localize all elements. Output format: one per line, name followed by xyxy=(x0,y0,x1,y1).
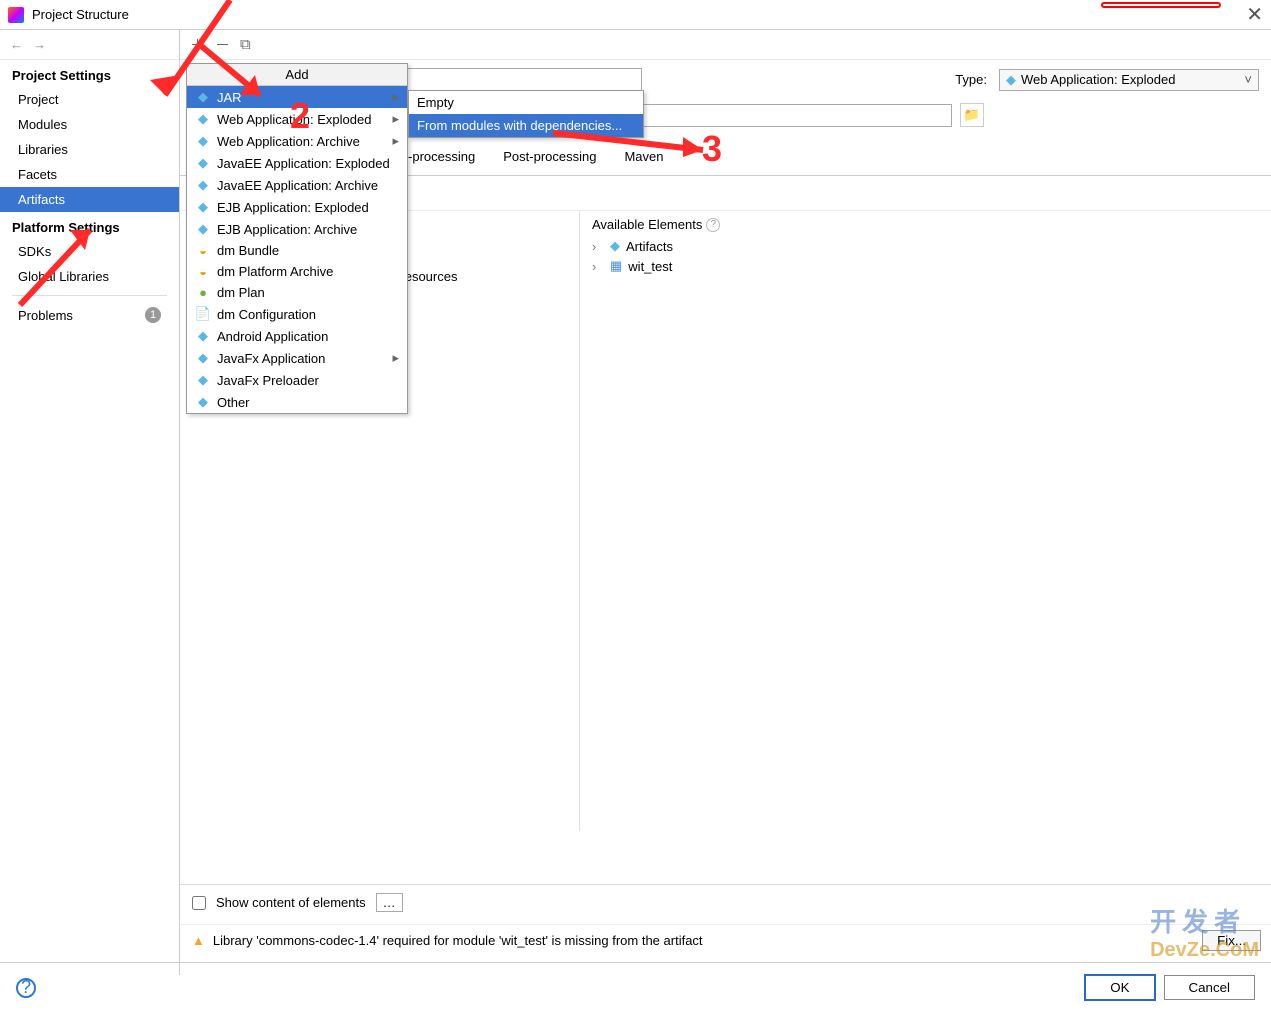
module-icon: ▦ xyxy=(610,258,622,274)
elements-more-button[interactable]: … xyxy=(376,893,403,912)
submenu-empty[interactable]: Empty xyxy=(409,91,643,114)
menu-dm-bundle[interactable]: ◒dm Bundle xyxy=(187,240,407,261)
forward-icon[interactable]: → xyxy=(33,37,46,52)
javafx-icon: ◆ xyxy=(195,350,211,366)
menu-dm-config[interactable]: 📄dm Configuration xyxy=(187,303,407,325)
submenu-arrow-icon: ▸ xyxy=(392,111,399,127)
submenu-arrow-icon: ▸ xyxy=(392,89,399,105)
sidebar-item-modules[interactable]: Modules xyxy=(0,112,179,137)
available-artifacts[interactable]: › ◆ Artifacts xyxy=(592,236,1259,256)
show-content-row: Show content of elements … xyxy=(180,884,1271,920)
expand-icon[interactable]: › xyxy=(592,239,604,254)
warning-text: Library 'commons-codec-1.4' required for… xyxy=(213,933,703,948)
expand-icon[interactable]: › xyxy=(592,259,604,274)
problems-count-badge: 1 xyxy=(145,307,161,323)
warning-row: ▲ Library 'commons-codec-1.4' required f… xyxy=(180,924,1271,956)
menu-dm-platform[interactable]: ◒dm Platform Archive xyxy=(187,261,407,282)
available-wit-test[interactable]: › ▦ wit_test xyxy=(592,256,1259,276)
android-icon: ◆ xyxy=(195,328,211,344)
browse-folder-icon[interactable]: 📁 xyxy=(960,103,984,127)
sidebar: ← → Project Settings Project Modules Lib… xyxy=(0,30,180,975)
footer: ? OK Cancel xyxy=(0,962,1271,1012)
submenu-arrow-icon: ▸ xyxy=(392,133,399,149)
available-elements-heading: Available Elements xyxy=(592,217,702,232)
chevron-down-icon: ˅ xyxy=(1244,72,1252,87)
artifact-type-select[interactable]: ◆ Web Application: Exploded ˅ xyxy=(999,69,1259,91)
menu-javaee-exploded[interactable]: ◆JavaEE Application: Exploded xyxy=(187,152,407,174)
menu-dm-plan[interactable]: ●dm Plan xyxy=(187,282,407,303)
annotation-arrow-3 xyxy=(553,125,723,160)
dm-plan-icon: ● xyxy=(195,285,211,300)
annotation-arrow-2 xyxy=(190,40,290,110)
ejb-exploded-icon: ◆ xyxy=(195,199,211,215)
artifact-type-icon: ◆ xyxy=(1006,72,1016,88)
show-content-label: Show content of elements xyxy=(216,895,366,910)
help-footer-icon[interactable]: ? xyxy=(16,978,36,998)
annotation-number-2: 2 xyxy=(290,95,310,137)
back-icon[interactable]: ← xyxy=(10,37,23,52)
cancel-button[interactable]: Cancel xyxy=(1164,975,1256,1000)
warning-icon: ▲ xyxy=(192,933,205,948)
intellij-logo-icon xyxy=(8,7,24,23)
menu-ejb-exploded[interactable]: ◆EJB Application: Exploded xyxy=(187,196,407,218)
help-icon[interactable]: ? xyxy=(706,218,720,232)
dm-bundle-icon: ◒ xyxy=(195,243,211,258)
menu-other[interactable]: ◆Other xyxy=(187,391,407,413)
watermark: 开发者 DevZe.CoM xyxy=(1150,902,1259,962)
annotation-red-oval xyxy=(1101,2,1221,8)
ok-button[interactable]: OK xyxy=(1084,974,1155,1001)
menu-android[interactable]: ◆Android Application xyxy=(187,325,407,347)
artifact-icon: ◆ xyxy=(610,238,620,254)
artifact-type-value: Web Application: Exploded xyxy=(1021,72,1175,87)
sidebar-item-facets[interactable]: Facets xyxy=(0,162,179,187)
javafx-preloader-icon: ◆ xyxy=(195,372,211,388)
annotation-arrow-sidebar xyxy=(10,220,110,310)
javaee-exploded-icon: ◆ xyxy=(195,155,211,171)
menu-javafx-app[interactable]: ◆JavaFx Application▸ xyxy=(187,347,407,369)
dm-config-icon: 📄 xyxy=(195,306,211,322)
type-label: Type: xyxy=(955,72,987,87)
menu-javaee-archive[interactable]: ◆JavaEE Application: Archive xyxy=(187,174,407,196)
web-archive-icon: ◆ xyxy=(195,133,211,149)
annotation-number-3: 3 xyxy=(702,128,722,170)
javaee-archive-icon: ◆ xyxy=(195,177,211,193)
other-icon: ◆ xyxy=(195,394,211,410)
sidebar-item-libraries[interactable]: Libraries xyxy=(0,137,179,162)
artifacts-toolbar: ＋ － ⧉ xyxy=(180,30,1271,60)
menu-javafx-preloader[interactable]: ◆JavaFx Preloader xyxy=(187,369,407,391)
submenu-arrow-icon: ▸ xyxy=(392,350,399,366)
available-elements: Available Elements ? › ◆ Artifacts › ▦ w… xyxy=(580,211,1271,831)
sidebar-item-artifacts[interactable]: Artifacts xyxy=(0,187,179,212)
ejb-archive-icon: ◆ xyxy=(195,221,211,237)
web-exploded-icon: ◆ xyxy=(195,111,211,127)
show-content-checkbox[interactable] xyxy=(192,896,206,910)
dm-platform-icon: ◒ xyxy=(195,264,211,279)
menu-ejb-archive[interactable]: ◆EJB Application: Archive xyxy=(187,218,407,240)
close-icon[interactable]: ✕ xyxy=(1246,2,1263,27)
